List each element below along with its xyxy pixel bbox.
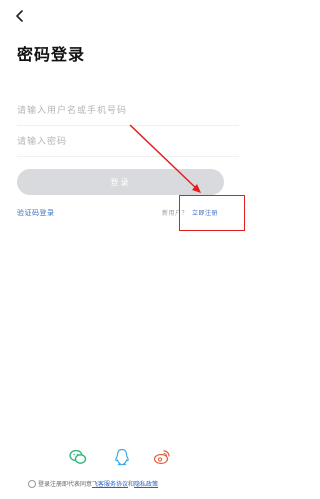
- annotation-highlight-box: [179, 195, 245, 231]
- privacy-policy-link[interactable]: 隐私政策: [134, 481, 158, 488]
- qq-icon[interactable]: [113, 448, 131, 466]
- username-field-wrapper: [17, 96, 239, 126]
- annotation-arrow: [129, 124, 201, 193]
- agreement-row: 登录注册即代表同意飞客服务协议和隐私政策: [28, 478, 244, 490]
- wechat-icon[interactable]: [69, 448, 87, 466]
- agreement-prefix: 登录注册即代表同意: [38, 481, 93, 488]
- agreement-checkbox[interactable]: [28, 480, 36, 488]
- page-title: 密码登录: [17, 45, 86, 64]
- username-input[interactable]: [17, 96, 239, 125]
- password-input[interactable]: [17, 127, 239, 156]
- back-arrow-icon[interactable]: [13, 9, 27, 23]
- login-button[interactable]: 登录: [17, 169, 224, 195]
- service-agreement-link[interactable]: 飞客服务协议: [92, 481, 128, 488]
- login-page: 密码登录 登录 验证码登录 新用户？ 立即注册 登录注册即代表同意飞客服务协议和…: [0, 0, 254, 499]
- password-field-wrapper: [17, 127, 239, 157]
- agreement-text: 登录注册即代表同意飞客服务协议和隐私政策: [38, 479, 158, 488]
- weibo-icon[interactable]: [153, 448, 171, 466]
- sms-login-link[interactable]: 验证码登录: [17, 208, 55, 218]
